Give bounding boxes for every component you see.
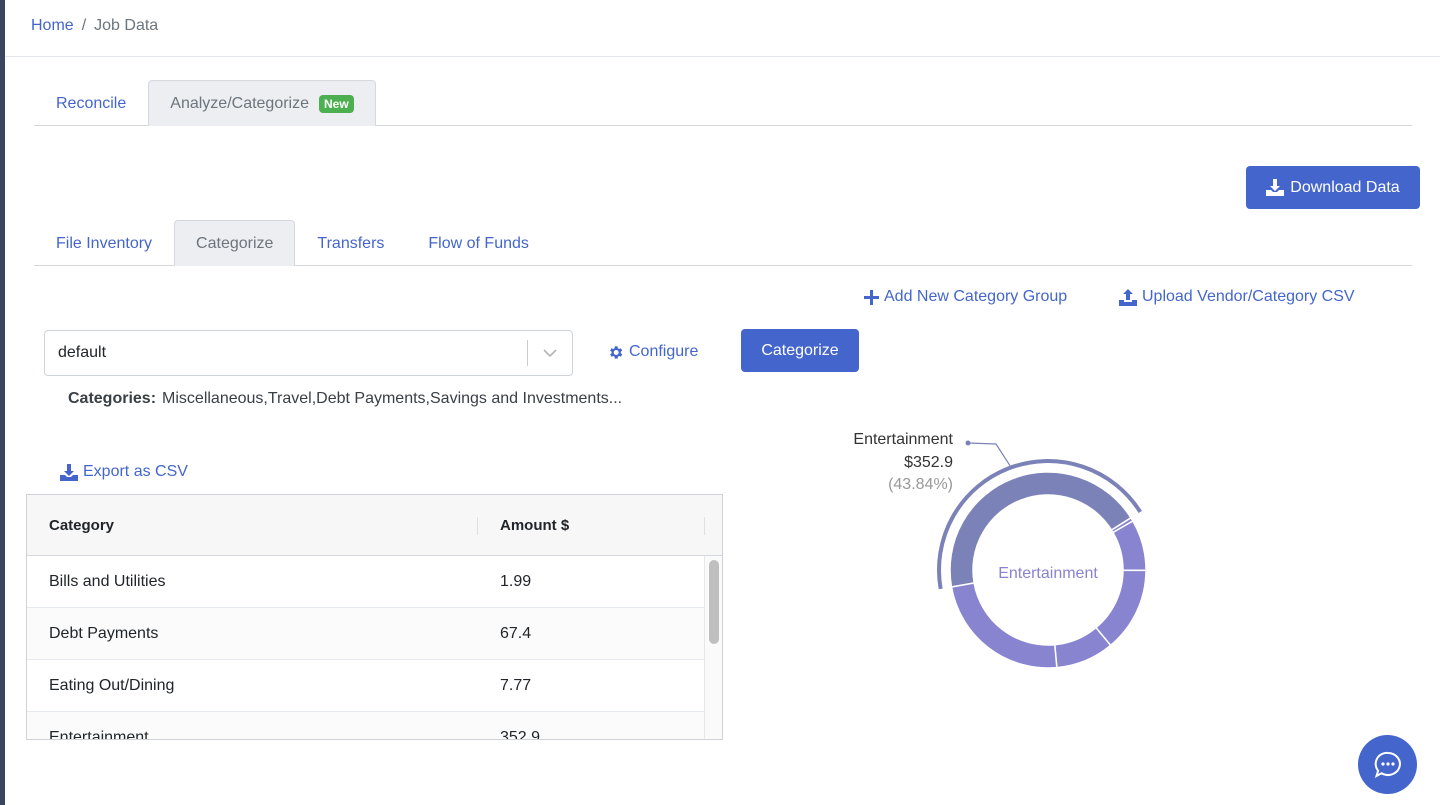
table-scrollbar[interactable] [704,556,722,739]
left-rail [0,0,5,805]
chat-button[interactable] [1358,735,1417,794]
select-value: default [58,344,107,361]
tab-label: Transfers [317,234,385,252]
table-header: Category Amount $ [27,495,722,556]
new-badge: New [319,94,354,113]
tab-label: Categorize [196,234,274,252]
export-csv-button[interactable]: Export as CSV [60,463,188,481]
breadcrumb-separator: / [81,17,87,34]
tab-file-inventory[interactable]: File Inventory [34,220,174,266]
scrollbar-thumb[interactable] [709,560,719,644]
categories-label: Categories: [68,390,157,407]
upload-csv-label: Upload Vendor/Category CSV [1142,288,1355,305]
tab-flow-of-funds[interactable]: Flow of Funds [406,220,550,266]
upload-icon [1119,288,1137,306]
donut-slice[interactable] [1094,569,1147,647]
cell-category: Bills and Utilities [49,572,166,590]
tab-transfers[interactable]: Transfers [295,220,406,266]
cell-category: Eating Out/Dining [49,676,175,694]
table-row[interactable]: Debt Payments 67.4 [27,608,705,660]
tab-label: Reconcile [56,94,127,112]
cell-amount: 7.77 [500,676,532,694]
cell-amount: 67.4 [500,624,532,642]
highlight-label: Entertainment [853,431,953,448]
bottom-fade [5,765,1440,805]
tab-reconcile[interactable]: Reconcile [34,80,148,126]
tab-label: File Inventory [56,234,153,252]
donut-center-label: Entertainment [998,565,1098,582]
leader-line [967,442,1011,467]
chevron-down-icon[interactable] [528,348,572,358]
table-row[interactable]: Entertainment 352.9 [27,712,705,740]
column-header-category[interactable]: Category [27,495,478,555]
highlight-value: $352.9 [904,454,953,471]
download-icon [60,463,78,481]
top-tabs: Reconcile Analyze/Categorize New [34,79,1412,126]
categorize-label: Categorize [761,341,839,359]
column-resizer[interactable] [704,517,705,535]
table-row[interactable]: Bills and Utilities 1.99 [27,556,705,608]
tab-categorize[interactable]: Categorize [174,220,296,266]
upload-vendor-csv-button[interactable]: Upload Vendor/Category CSV [1119,288,1355,306]
gear-icon [610,345,623,359]
donut-slice[interactable] [950,582,1058,669]
breadcrumb: Home / Job Data [31,17,158,35]
sub-tabs: File Inventory Categorize Transfers Flow… [34,219,1412,266]
configure-button[interactable]: Configure [607,343,698,361]
header-divider [5,56,1440,57]
category-donut-chart: Entertainment $352.9 (43.84%) Entertainm… [853,431,1147,669]
tab-label: Analyze/Categorize [170,94,310,112]
category-table: Category Amount $ Bills and Utilities 1.9… [26,494,723,740]
export-csv-label: Export as CSV [83,463,188,480]
header-label: Amount $ [500,516,570,534]
table-row[interactable]: Eating Out/Dining 7.77 [27,660,705,712]
tab-analyze-categorize[interactable]: Analyze/Categorize New [148,80,376,126]
categories-summary: Categories: Miscellaneous,Travel,Debt Pay… [68,390,622,408]
cell-amount: 352.9 [500,728,541,740]
category-group-select[interactable]: default [44,330,573,376]
cell-amount: 1.99 [500,572,532,590]
add-category-group-button[interactable]: Add New Category Group [864,288,1067,306]
configure-label: Configure [629,343,699,360]
tab-label: Flow of Funds [428,234,529,252]
categorize-button[interactable]: Categorize [741,329,859,372]
categories-value: Miscellaneous,Travel,Debt Payments,Savin… [162,390,623,407]
add-group-label: Add New Category Group [884,288,1068,305]
chat-bubble-icon [1374,751,1401,778]
table-body: Bills and Utilities 1.99 Debt Payments 67.… [27,556,722,740]
breadcrumb-current: Job Data [94,17,159,34]
download-label: Download Data [1290,178,1400,196]
leader-dot [965,440,971,446]
cell-category: Entertainment [49,728,149,740]
header-label: Category [49,516,115,534]
breadcrumb-home[interactable]: Home [31,17,74,35]
plus-icon [864,289,879,305]
download-data-button[interactable]: Download Data [1246,166,1420,209]
cell-category: Debt Payments [49,624,159,642]
highlight-percent: (43.84%) [888,476,953,493]
column-header-amount[interactable]: Amount $ [478,495,705,555]
download-icon [1266,179,1285,196]
